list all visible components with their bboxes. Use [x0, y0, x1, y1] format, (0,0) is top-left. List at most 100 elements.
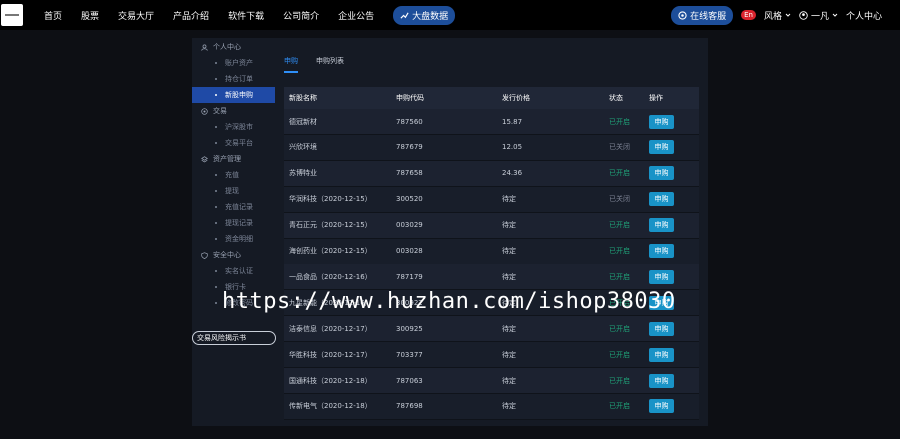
subscribe-button[interactable]: 申购 — [649, 321, 674, 336]
sidebar-item-orders[interactable]: 持仓订单 — [192, 71, 275, 87]
status-badge: 已关闭 — [609, 195, 630, 204]
top-nav-bar: 首页 股票 交易大厅 产品介绍 软件下载 公司简介 企业公告 大盘数据 在线客服… — [0, 0, 900, 30]
stock-code: 003029 — [396, 221, 423, 230]
sidebar-group-security: 安全中心 — [192, 247, 275, 263]
table-row: 一品食品（2020-12-16） 787179 待定 已开启 申购 — [284, 264, 699, 291]
subscribe-button[interactable]: 申购 — [649, 269, 674, 284]
sidebar-item-deposit[interactable]: 充值 — [192, 167, 275, 183]
issue-price: 15.87 — [502, 117, 523, 126]
stock-code: 787698 — [396, 402, 423, 411]
stock-name: 青石正元（2020-12-15） — [289, 221, 372, 230]
stock-code: 787560 — [396, 117, 423, 126]
action-cell: 申购 — [649, 316, 674, 341]
subscribe-button[interactable]: 申购 — [649, 399, 674, 414]
nav-item-download[interactable]: 软件下载 — [228, 9, 264, 22]
content-area: 申购 申购列表 新股名称 申购代码 发行价格 状态 操作 德冠新材 787560 1… — [275, 38, 708, 426]
action-cell: 申购 — [649, 239, 674, 264]
stock-name: 传新电气（2020-12-18） — [289, 402, 372, 411]
user-icon — [799, 10, 808, 20]
column-header-code: 申购代码 — [396, 94, 424, 102]
table-row: 德冠新材 787560 15.87 已开启 申购 — [284, 109, 699, 135]
logo[interactable] — [1, 4, 23, 26]
action-cell: 申购 — [649, 109, 674, 134]
issue-price: 24.36 — [502, 169, 523, 178]
tab-bar: 申购 申购列表 — [284, 56, 344, 73]
table-row: 洁泰信息（2020-12-17） 300925 待定 已开启 申购 — [284, 316, 699, 343]
stock-code: 300922 — [396, 298, 423, 307]
sidebar-item-hs-market[interactable]: 沪深股市 — [192, 119, 275, 135]
sidebar-group-label: 交易 — [213, 107, 227, 115]
action-cell: 申购 — [649, 135, 674, 160]
shield-icon — [201, 251, 208, 259]
sidebar-item-change-password[interactable]: 修改密码 — [192, 295, 275, 311]
stock-code: 003028 — [396, 247, 423, 255]
table-header: 新股名称 申购代码 发行价格 状态 操作 — [284, 87, 699, 109]
subscribe-button[interactable]: 申购 — [649, 218, 674, 233]
subscribe-button[interactable]: 申购 — [649, 373, 674, 388]
tab-subscribe[interactable]: 申购 — [284, 56, 298, 73]
sidebar-item-ipo-subscribe[interactable]: 新股申购 — [192, 87, 275, 103]
status-badge: 已开启 — [609, 402, 630, 411]
sidebar-item-real-name[interactable]: 实名认证 — [192, 263, 275, 279]
subscribe-button[interactable]: 申购 — [649, 244, 674, 258]
stock-name: 苏博特业 — [289, 169, 317, 178]
table-row: 兴欣环境 787679 12.05 已关闭 申购 — [284, 134, 699, 161]
column-header-name: 新股名称 — [289, 94, 317, 102]
style-dropdown[interactable]: 风格 — [764, 9, 791, 22]
action-cell: 申购 — [649, 187, 674, 212]
subscribe-button[interactable]: 申购 — [649, 192, 674, 207]
status-badge: 已开启 — [609, 376, 630, 385]
sidebar-item-trade-platform[interactable]: 交易平台 — [192, 135, 275, 151]
issue-price: 待定 — [502, 402, 516, 411]
sidebar-group-label: 个人中心 — [213, 43, 241, 51]
sidebar-item-assets[interactable]: 账户资产 — [192, 55, 275, 71]
stock-name: 兴欣环境 — [289, 143, 317, 152]
nav-item-stocks[interactable]: 股票 — [81, 9, 99, 22]
action-cell: 申购 — [649, 161, 674, 186]
issue-price: 待定 — [502, 324, 516, 333]
subscribe-button[interactable]: 申购 — [649, 295, 674, 310]
subscribe-button[interactable]: 申购 — [649, 166, 674, 181]
main-nav: 首页 股票 交易大厅 产品介绍 软件下载 公司简介 企业公告 大盘数据 — [44, 5, 456, 25]
sidebar-item-bank-card[interactable]: 银行卡 — [192, 279, 275, 295]
status-badge: 已关闭 — [609, 143, 630, 152]
issue-price: 12.05 — [502, 143, 523, 152]
risk-disclosure-button[interactable]: 交易风险揭示书 — [192, 331, 276, 345]
nav-item-trading-hall[interactable]: 交易大厅 — [118, 9, 154, 22]
sidebar-item-withdraw-records[interactable]: 提现记录 — [192, 215, 275, 231]
sidebar: 个人中心 账户资产 持仓订单 新股申购 交易 沪深股市 交易平台 资产管理 充值… — [192, 38, 276, 426]
subscribe-button[interactable]: 申购 — [649, 347, 674, 362]
sidebar-group-personal: 个人中心 — [192, 39, 275, 55]
issue-price: 待定 — [502, 195, 516, 204]
sidebar-item-withdraw[interactable]: 提现 — [192, 183, 275, 199]
user-name: 一凡 — [810, 11, 829, 22]
action-cell: 申购 — [649, 368, 674, 393]
sidebar-group-label: 资产管理 — [213, 155, 241, 163]
user-dropdown[interactable]: 一凡 — [799, 9, 838, 22]
chevron-down-icon — [785, 13, 791, 17]
nav-item-about[interactable]: 公司简介 — [283, 9, 319, 22]
stock-code: 300520 — [396, 195, 423, 204]
action-cell: 申购 — [649, 264, 674, 289]
big-data-button[interactable]: 大盘数据 — [393, 5, 456, 25]
stock-name: 德冠新材 — [289, 117, 317, 126]
nav-item-home[interactable]: 首页 — [44, 9, 62, 22]
nav-item-announcements[interactable]: 企业公告 — [338, 9, 374, 22]
tab-subscribe-list[interactable]: 申购列表 — [316, 56, 344, 73]
issue-price: 待定 — [502, 376, 516, 385]
layers-icon — [201, 155, 208, 162]
stock-name: 海创药业（2020-12-15） — [289, 247, 372, 255]
sidebar-item-fund-details[interactable]: 资金明细 — [192, 231, 275, 247]
chart-icon — [400, 11, 409, 19]
sidebar-group-asset-mgmt: 资产管理 — [192, 151, 275, 167]
language-toggle[interactable]: En — [741, 10, 756, 20]
subscribe-button[interactable]: 申购 — [649, 114, 674, 129]
nav-item-products[interactable]: 产品介绍 — [173, 9, 209, 22]
stock-code: 300925 — [396, 324, 423, 333]
online-service-button[interactable]: 在线客服 — [671, 5, 734, 25]
stock-name: 一品食品（2020-12-16） — [289, 272, 372, 281]
personal-center-link[interactable]: 个人中心 — [846, 9, 882, 22]
subscribe-button[interactable]: 申购 — [649, 140, 674, 155]
stock-name: 九星新能（2020-12-16） — [289, 298, 372, 307]
sidebar-item-deposit-records[interactable]: 充值记录 — [192, 199, 275, 215]
